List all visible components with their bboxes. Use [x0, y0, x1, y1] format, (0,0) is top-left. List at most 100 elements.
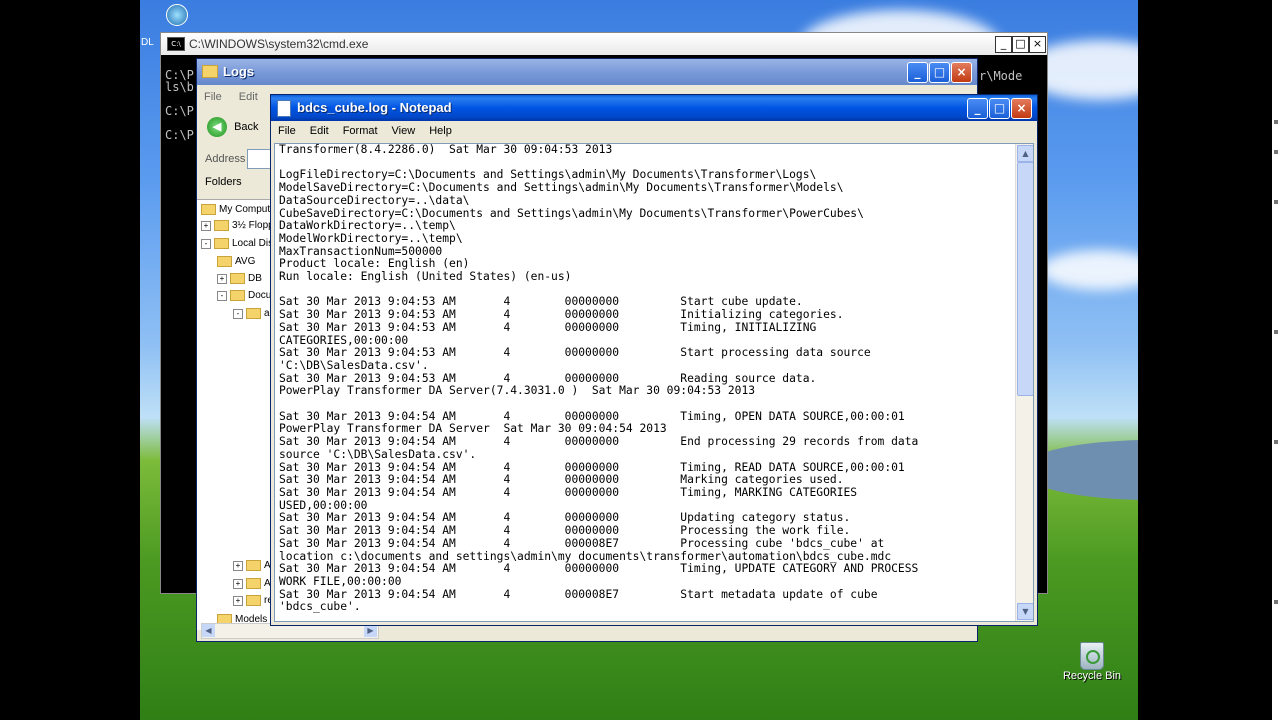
close-button[interactable]: × — [1029, 36, 1046, 53]
expand-icon[interactable]: + — [201, 220, 211, 231]
minimize-button[interactable]: _ — [995, 36, 1012, 53]
folder-icon — [201, 204, 216, 215]
minimize-button[interactable]: _ — [907, 62, 928, 83]
log-line: 'C:\DB\SalesData.csv'. — [279, 358, 429, 372]
left-edge-label: DL — [141, 37, 154, 48]
log-line: WORK FILE,00:00:00 — [279, 574, 402, 588]
maximize-button[interactable]: □ — [989, 98, 1010, 119]
log-line: Sat 30 Mar 2013 9:04:54 AM 4 000008E7 St… — [279, 587, 878, 601]
notepad-titlebar[interactable]: bdcs_cube.log - Notepad _ □ × — [271, 95, 1037, 121]
notepad-menubar: File Edit Format View Help — [271, 123, 1037, 141]
maximize-button[interactable]: □ — [1012, 36, 1029, 53]
scroll-up-arrow[interactable]: ▲ — [1017, 145, 1033, 162]
recycle-bin[interactable]: Recycle Bin — [1062, 642, 1122, 682]
menu-file[interactable]: File — [271, 123, 303, 137]
cloud — [1040, 250, 1138, 290]
scroll-left-arrow[interactable]: ◀ — [202, 624, 215, 637]
scroll-down-arrow[interactable]: ▼ — [1017, 603, 1033, 620]
log-line: Sat 30 Mar 2013 9:04:54 AM 4 000008E7 Pr… — [279, 536, 885, 550]
log-content[interactable]: Transformer(8.4.2286.0) Sat Mar 30 09:04… — [279, 144, 1013, 621]
tree-item[interactable]: -ad — [233, 308, 273, 319]
collapse-icon[interactable]: - — [233, 308, 243, 319]
tree-item-label: Local Disk — [232, 238, 273, 250]
menu-edit[interactable]: Edit — [303, 123, 336, 137]
folder-icon — [230, 273, 245, 284]
cmd-line: C:\P — [165, 128, 194, 142]
cmd-icon: C:\ — [167, 37, 185, 51]
folders-label: Folders — [205, 176, 242, 188]
log-line: ModelSaveDirectory=C:\Documents and Sett… — [279, 181, 844, 195]
folder-icon — [246, 308, 261, 319]
log-line: Run locale: English (United States) (en-… — [279, 270, 572, 284]
explorer-titlebar[interactable]: Logs _ □ × — [197, 59, 977, 85]
expand-icon[interactable]: + — [233, 595, 243, 606]
tree-item[interactable]: +Ac — [233, 560, 273, 571]
log-line: source 'C:\DB\SalesData.csv'. — [279, 447, 477, 461]
folder-icon — [246, 595, 261, 606]
log-line: Sat 30 Mar 2013 9:04:54 AM 4 00000000 En… — [279, 435, 919, 449]
tree-item[interactable]: AVG — [217, 256, 255, 267]
log-line: DataSourceDirectory=..\data\ — [279, 193, 470, 207]
tree-item-label: 3½ Floppy — [232, 220, 273, 232]
cmd-titlebar[interactable]: C:\ C:\WINDOWS\system32\cmd.exe _ □ × — [161, 33, 1047, 55]
minimize-button[interactable]: _ — [967, 98, 988, 119]
log-line: 'bdcs_cube'. — [279, 600, 361, 614]
tree-item[interactable]: + DB — [217, 273, 262, 284]
expand-icon[interactable]: + — [233, 560, 243, 571]
close-button[interactable]: × — [1011, 98, 1032, 119]
tree-item-label: DB — [248, 273, 262, 285]
close-button[interactable]: × — [951, 62, 972, 83]
folder-icon — [214, 220, 229, 231]
address-label: Address — [205, 153, 246, 165]
log-line: PowerPlay Transformer DA Server(7.4.3031… — [279, 384, 756, 398]
expand-icon[interactable]: + — [233, 578, 243, 589]
folders-tree[interactable]: My Computer +3½ Floppy - Local Disk AVG + DB -D… — [197, 199, 273, 630]
scroll-thumb[interactable] — [1017, 162, 1033, 396]
menu-edit[interactable]: Edit — [232, 89, 265, 103]
notepad-icon — [277, 100, 291, 117]
log-line: ModelWorkDirectory=..\temp\ — [279, 231, 463, 245]
tree-item[interactable]: My Computer — [201, 204, 273, 215]
collapse-icon[interactable]: - — [217, 290, 227, 301]
menu-view[interactable]: View — [385, 123, 423, 137]
explorer-title: Logs — [223, 64, 255, 79]
folder-icon — [214, 238, 229, 249]
notepad-text-area[interactable]: Transformer(8.4.2286.0) Sat Mar 30 09:04… — [274, 143, 1034, 622]
cmd-output: C:\P ls\b C:\P C:\P — [165, 69, 194, 141]
menu-help[interactable]: Help — [422, 123, 459, 137]
expand-icon[interactable]: + — [217, 273, 227, 284]
notepad-title: bdcs_cube.log - Notepad — [297, 100, 452, 115]
notepad-window[interactable]: bdcs_cube.log - Notepad _ □ × File Edit Fo… — [270, 94, 1038, 626]
cmd-right-fragment: r\Mode — [979, 69, 1023, 83]
folder-icon — [230, 290, 245, 301]
tree-item[interactable]: +3½ Floppy — [201, 220, 273, 231]
folder-icon — [217, 256, 232, 267]
log-line: Sat 30 Mar 2013 9:04:54 AM 4 00000000 Ti… — [279, 485, 858, 499]
log-line: Sat 30 Mar 2013 9:04:53 AM 4 00000000 Ti… — [279, 320, 817, 334]
menu-format[interactable]: Format — [336, 123, 385, 137]
tree-item-label: My Computer — [219, 204, 273, 216]
log-line: Sat 30 Mar 2013 9:04:54 AM 4 00000000 Ti… — [279, 562, 919, 576]
right-edge-strip — [1272, 0, 1280, 720]
tree-item[interactable]: - Local Disk — [201, 238, 273, 249]
cmd-title: C:\WINDOWS\system32\cmd.exe — [189, 37, 369, 51]
recycle-bin-icon — [1080, 642, 1104, 670]
log-line: Sat 30 Mar 2013 9:04:53 AM 4 00000000 In… — [279, 308, 844, 322]
back-label: Back — [234, 120, 259, 133]
folder-icon — [202, 65, 218, 78]
desktop-icon[interactable] — [166, 4, 188, 26]
tree-item[interactable]: + re — [233, 595, 273, 606]
tree-item[interactable]: -Docum — [217, 290, 273, 301]
address-field[interactable] — [247, 149, 271, 169]
menu-file[interactable]: File — [197, 89, 229, 103]
back-arrow-icon: ◀ — [207, 117, 227, 137]
tree-item[interactable]: +All — [233, 578, 273, 589]
back-button[interactable]: ◀ Back — [207, 117, 259, 137]
tree-item-label: AVG — [235, 256, 256, 268]
collapse-icon[interactable]: - — [201, 238, 211, 249]
vertical-scrollbar[interactable]: ▲ ▼ — [1015, 144, 1033, 621]
folder-icon — [246, 560, 261, 571]
maximize-button[interactable]: □ — [929, 62, 950, 83]
log-line: Transformer(8.4.2286.0) Sat Mar 30 09:04… — [279, 144, 613, 156]
